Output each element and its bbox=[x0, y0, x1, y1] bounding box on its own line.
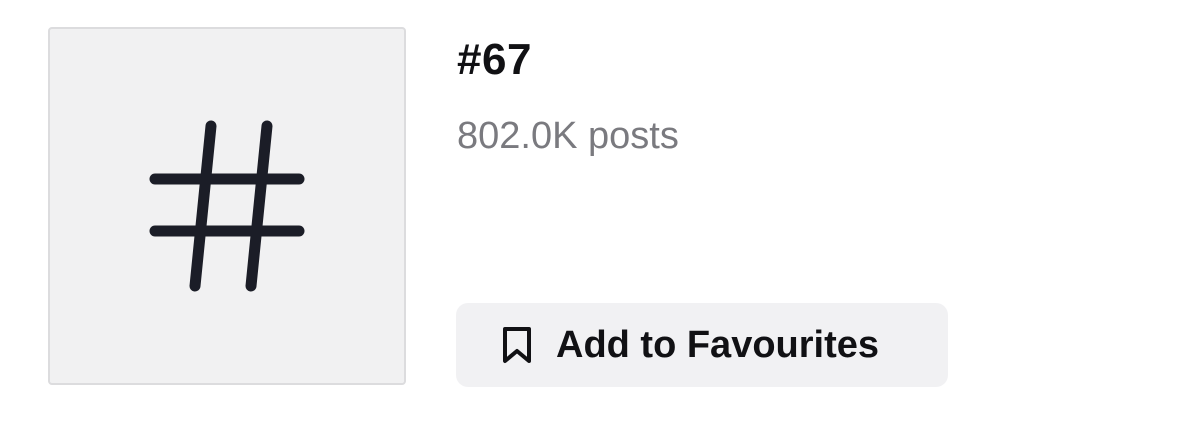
add-to-favourites-button[interactable]: Add to Favourites bbox=[456, 303, 948, 387]
bookmark-icon bbox=[500, 325, 534, 365]
hashtag-info: #67 bbox=[457, 30, 532, 90]
add-to-favourites-label: Add to Favourites bbox=[556, 324, 880, 366]
hashtag-header: #67 802.0K posts Add to Favourites bbox=[0, 0, 1179, 448]
post-count: 802.0K posts bbox=[457, 115, 679, 157]
hashtag-icon bbox=[147, 116, 307, 296]
hashtag-title: #67 bbox=[457, 35, 532, 84]
hashtag-cover-tile bbox=[48, 27, 406, 385]
